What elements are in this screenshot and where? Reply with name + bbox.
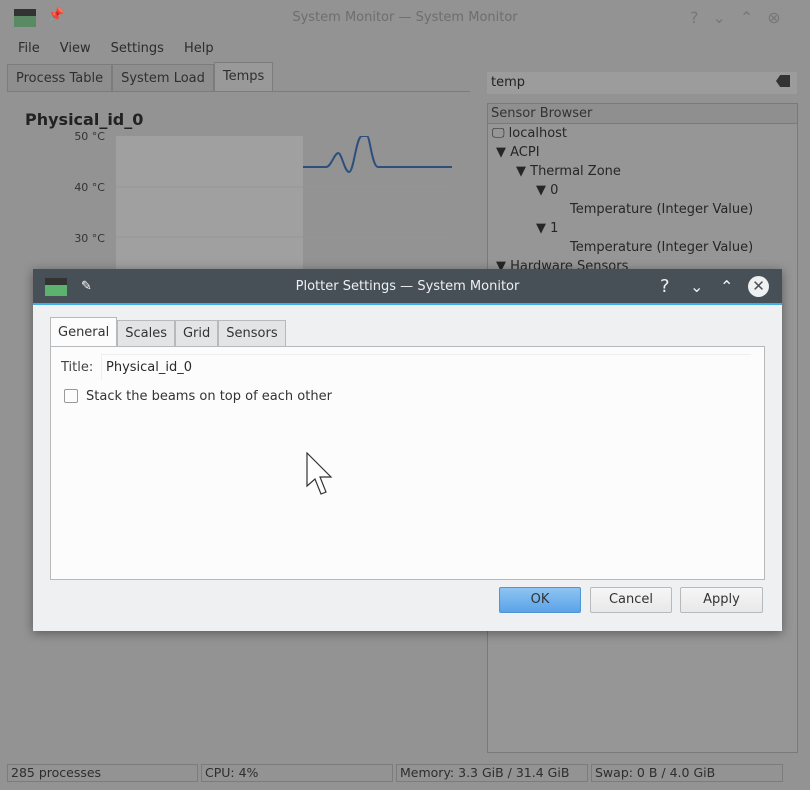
tab-scales[interactable]: Scales [117, 320, 175, 346]
tab-grid[interactable]: Grid [174, 320, 219, 346]
maximize-icon[interactable]: ⌃ [720, 269, 733, 305]
menu-file[interactable]: File [8, 38, 50, 60]
pin-icon[interactable]: ✎ [81, 269, 92, 305]
tab-system-load[interactable]: System Load [112, 64, 214, 91]
plot-title: Physical_id_0 [25, 110, 144, 129]
menubar: File View Settings Help [8, 38, 224, 60]
status-processes: 285 processes [7, 764, 198, 782]
tab-general[interactable]: General [50, 317, 118, 346]
stack-beams-label[interactable]: Stack the beams on top of each other [86, 389, 332, 404]
minimize-icon[interactable]: ⌄ [690, 269, 703, 305]
title-input[interactable]: Physical_id_0 [101, 354, 751, 380]
menu-settings[interactable]: Settings [101, 38, 174, 60]
tree-item-localhost[interactable]: 🖵 localhost [488, 124, 797, 143]
stack-beams-checkbox[interactable] [64, 389, 78, 403]
tree-item-0[interactable]: ▼ 0 [488, 181, 797, 200]
status-memory: Memory: 3.3 GiB / 31.4 GiB [396, 764, 588, 782]
main-tabs: Process Table System Load Temps [7, 62, 274, 91]
y-tick: 50 °C [74, 130, 105, 143]
tree-item-1[interactable]: ▼ 1 [488, 219, 797, 238]
tab-sensors[interactable]: Sensors [218, 320, 286, 346]
tab-process-table[interactable]: Process Table [7, 64, 113, 91]
tree-item-temperature[interactable]: Temperature (Integer Value) [488, 238, 797, 257]
menu-help[interactable]: Help [174, 38, 224, 60]
plotter-settings-dialog: Plotter Settings — System Monitor ✎ ? ⌄ … [33, 269, 782, 631]
dialog-title: Plotter Settings — System Monitor [295, 279, 520, 294]
divider [7, 91, 470, 92]
menu-view[interactable]: View [50, 38, 101, 60]
app-icon [45, 278, 67, 296]
y-tick: 40 °C [74, 181, 105, 194]
close-icon[interactable]: ✕ [748, 276, 769, 297]
apply-button[interactable]: Apply [680, 587, 763, 613]
tree-item-thermal-zone[interactable]: ▼ Thermal Zone [488, 162, 797, 181]
tree-item-acpi[interactable]: ▼ ACPI [488, 143, 797, 162]
tab-temps[interactable]: Temps [213, 62, 274, 91]
mouse-cursor-icon [306, 452, 333, 495]
sensor-search-input[interactable]: temp [487, 72, 797, 94]
tree-item-temperature[interactable]: Temperature (Integer Value) [488, 200, 797, 219]
window-title: System Monitor — System Monitor [292, 10, 518, 25]
cancel-button[interactable]: Cancel [590, 587, 672, 613]
y-tick: 30 °C [74, 232, 105, 245]
temperature-plot [116, 136, 452, 271]
help-icon[interactable]: ? [660, 269, 670, 305]
window-controls: ?⌄⌃⊗ [690, 8, 795, 27]
general-panel: Title: Physical_id_0 Stack the beams on … [50, 346, 765, 580]
status-cpu: CPU: 4% [201, 764, 393, 782]
title-label: Title: [61, 360, 94, 375]
ok-button[interactable]: OK [499, 587, 581, 613]
dialog-tabs: General Scales Grid Sensors [50, 317, 286, 346]
sensor-browser-header: Sensor Browser [488, 104, 797, 124]
dialog-titlebar: Plotter Settings — System Monitor ✎ ? ⌄ … [33, 269, 782, 305]
status-swap: Swap: 0 B / 4.0 GiB [591, 764, 783, 782]
monitor-icon: 🖵 [492, 126, 509, 141]
